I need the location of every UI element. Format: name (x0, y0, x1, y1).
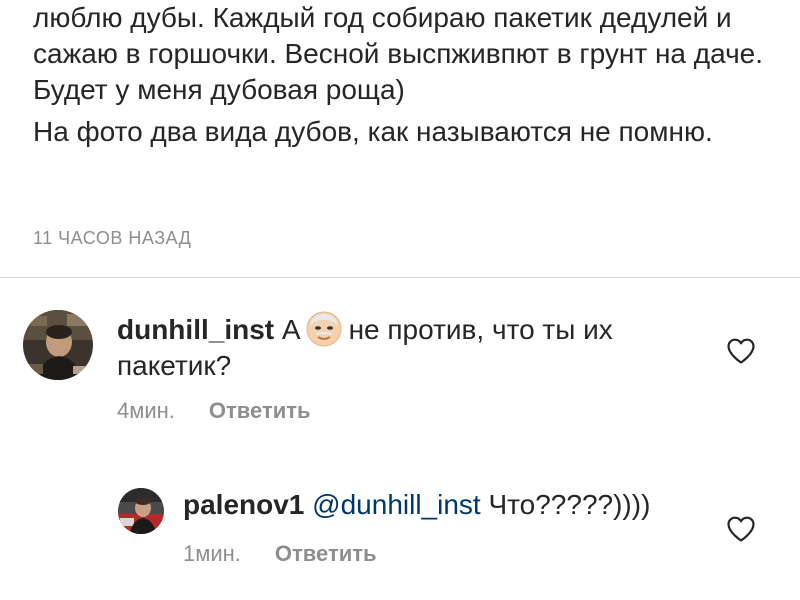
comments-view: люблю дубы. Каждый год собираю пакетик д… (0, 0, 800, 600)
caption-paragraph-2: На фото два вида дубов, как называются н… (33, 116, 713, 147)
comment-meta: 1мин. Ответить (183, 541, 377, 567)
comment-body-start: А (281, 314, 301, 345)
heart-outline-icon[interactable] (726, 515, 756, 543)
comment-username[interactable]: dunhill_inst (117, 314, 274, 345)
comment-meta: 4мин. Ответить (117, 398, 311, 424)
comment-time: 1мин. (183, 541, 241, 566)
post-caption: люблю дубы. Каждый год собираю пакетик д… (33, 0, 773, 150)
comment-text: palenov1 @dunhill_inst Что?????)))) (183, 487, 723, 523)
mention-link[interactable]: @dunhill_inst (312, 489, 481, 520)
comment-username[interactable]: palenov1 (183, 489, 304, 520)
comment-text: dunhill_inst А не против, что ты их паке… (117, 310, 707, 384)
caption-paragraph-1: люблю дубы. Каждый год собираю пакетик д… (33, 2, 764, 105)
caption-timestamp: 11 ЧАСОВ НАЗАД (33, 228, 192, 248)
old-man-emoji-icon (305, 310, 343, 348)
comment-time: 4мин. (117, 398, 175, 423)
reply-button[interactable]: Ответить (209, 398, 311, 423)
divider (0, 277, 800, 278)
reply-button[interactable]: Ответить (275, 541, 377, 566)
comment-body: Что?????)))) (488, 489, 651, 520)
avatar[interactable] (23, 310, 93, 380)
avatar[interactable] (118, 488, 164, 534)
heart-outline-icon[interactable] (726, 337, 756, 365)
